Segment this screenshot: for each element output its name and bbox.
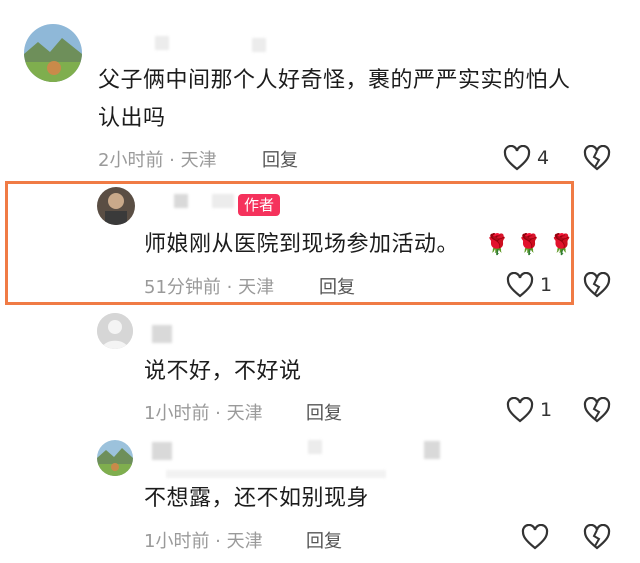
like-button[interactable]: 4 <box>503 145 549 171</box>
username-redacted <box>152 442 172 460</box>
heart-outline-icon <box>521 524 549 550</box>
broken-heart-icon[interactable] <box>583 144 611 175</box>
avatar[interactable] <box>24 24 82 82</box>
comment-meta: 2小时前 · 天津 <box>98 150 217 171</box>
comment-meta: 51分钟前 · 天津 <box>144 277 275 298</box>
like-button[interactable]: 1 <box>506 272 552 298</box>
comment-text: 父子俩中间那个人好奇怪，裹的严严实实的怕人 认出吗 <box>98 68 571 131</box>
reply-button[interactable]: 回复 <box>319 273 355 299</box>
username-redacted <box>155 36 169 50</box>
username-redacted <box>152 325 172 343</box>
heart-outline-icon <box>506 272 534 298</box>
avatar[interactable] <box>97 313 133 349</box>
like-count: 4 <box>537 147 550 169</box>
avatar[interactable] <box>97 440 133 476</box>
username-redacted <box>212 194 234 208</box>
comment-meta: 1小时前 · 天津 <box>144 531 263 552</box>
reply-button[interactable]: 回复 <box>306 527 342 553</box>
broken-heart-icon[interactable] <box>583 396 611 427</box>
heart-outline-icon <box>506 397 534 423</box>
username-redacted <box>166 470 386 478</box>
comment-text: 不想露，还不如别现身 <box>144 486 370 511</box>
username-redacted <box>424 441 440 459</box>
reply-button[interactable]: 回复 <box>306 399 342 425</box>
comment-meta: 1小时前 · 天津 <box>144 403 263 424</box>
rose-emoji: 🌹 🌹 🌹 <box>484 232 575 256</box>
reply-button[interactable]: 回复 <box>262 146 298 172</box>
broken-heart-icon[interactable] <box>583 523 611 554</box>
comment-text: 说不好，不好说 <box>144 359 302 384</box>
author-badge: 作者 <box>238 194 281 216</box>
broken-heart-icon[interactable] <box>583 271 611 302</box>
comment-text: 师娘刚从医院到现场参加活动。 🌹 🌹 🌹 <box>144 232 575 257</box>
like-count: 1 <box>540 399 553 421</box>
username-redacted <box>308 440 322 454</box>
like-count: 1 <box>540 274 553 296</box>
username-redacted <box>252 38 266 52</box>
like-button[interactable]: 1 <box>506 397 552 423</box>
username-redacted <box>174 194 188 208</box>
avatar[interactable] <box>97 187 135 225</box>
heart-outline-icon <box>503 145 531 171</box>
like-button[interactable] <box>521 524 555 550</box>
